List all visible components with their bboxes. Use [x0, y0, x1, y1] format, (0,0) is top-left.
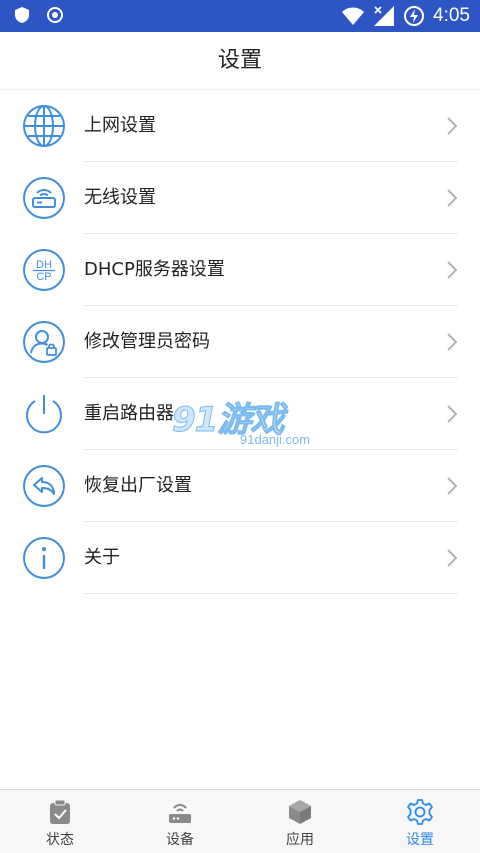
chevron-right-icon — [447, 261, 458, 279]
tab-settings[interactable]: 设置 — [360, 790, 480, 853]
tab-label: 状态 — [46, 832, 74, 848]
chevron-right-icon — [447, 549, 458, 567]
settings-item-label: 关于 — [84, 547, 120, 568]
settings-item-admin-password[interactable]: 修改管理员密码 — [0, 306, 480, 378]
tab-devices[interactable]: 设备 — [120, 790, 240, 853]
settings-item-factory-reset[interactable]: 恢复出厂设置 — [0, 450, 480, 522]
settings-item-internet[interactable]: 上网设置 — [0, 90, 480, 162]
chevron-right-icon — [447, 477, 458, 495]
battery-charging-icon — [404, 6, 425, 26]
status-bar: x 4:05 — [0, 0, 480, 32]
svg-text:CP: CP — [36, 271, 51, 283]
svg-text:DH: DH — [36, 259, 52, 271]
settings-item-reboot[interactable]: 重启路由器 — [0, 378, 480, 450]
tab-label: 设置 — [406, 832, 434, 848]
wifi-icon: x — [342, 7, 365, 26]
tab-label: 应用 — [286, 832, 314, 848]
settings-item-label: 修改管理员密码 — [84, 331, 210, 352]
tab-status[interactable]: 状态 — [0, 790, 120, 853]
info-icon — [23, 537, 65, 579]
settings-item-dhcp[interactable]: DH CP DHCP服务器设置 — [0, 234, 480, 306]
page-title: 设置 — [217, 48, 262, 73]
divider — [84, 593, 458, 594]
settings-item-label: 上网设置 — [84, 115, 156, 136]
chevron-right-icon — [447, 333, 458, 351]
chevron-right-icon — [447, 189, 458, 207]
router-wifi-icon — [23, 177, 65, 219]
power-icon — [26, 395, 62, 434]
status-clipboard-icon — [50, 799, 70, 824]
chevron-right-icon — [447, 405, 458, 423]
device-router-icon — [169, 804, 191, 823]
chevron-right-icon — [447, 117, 458, 135]
no-signal-icon — [374, 6, 395, 26]
settings-item-about[interactable]: 关于 — [0, 522, 480, 594]
gear-icon — [407, 799, 433, 825]
tab-apps[interactable]: 应用 — [240, 790, 360, 853]
app-header: 设置 — [0, 32, 480, 90]
dhcp-icon: DH CP — [23, 249, 65, 291]
settings-item-label: 恢复出厂设置 — [84, 475, 192, 496]
shield-icon — [15, 7, 29, 23]
settings-list: 上网设置 无线设置 DH CP DHCP服务器设置 修改管理员密码 重启路由器 … — [0, 90, 480, 594]
tab-label: 设备 — [166, 832, 194, 848]
reply-icon — [23, 465, 65, 507]
settings-item-label: 无线设置 — [84, 187, 156, 208]
user-lock-icon — [23, 321, 65, 363]
settings-item-label: DHCP服务器设置 — [84, 259, 225, 280]
settings-item-wireless[interactable]: 无线设置 — [0, 162, 480, 234]
globe-icon — [23, 105, 65, 147]
clock: 4:05 — [433, 5, 470, 26]
settings-item-label: 重启路由器 — [84, 403, 174, 424]
record-icon — [47, 7, 63, 23]
bottom-tab-bar: 状态 设备 应用 设置 — [0, 789, 480, 853]
svg-text:x: x — [357, 18, 361, 26]
app-box-icon — [289, 800, 311, 824]
